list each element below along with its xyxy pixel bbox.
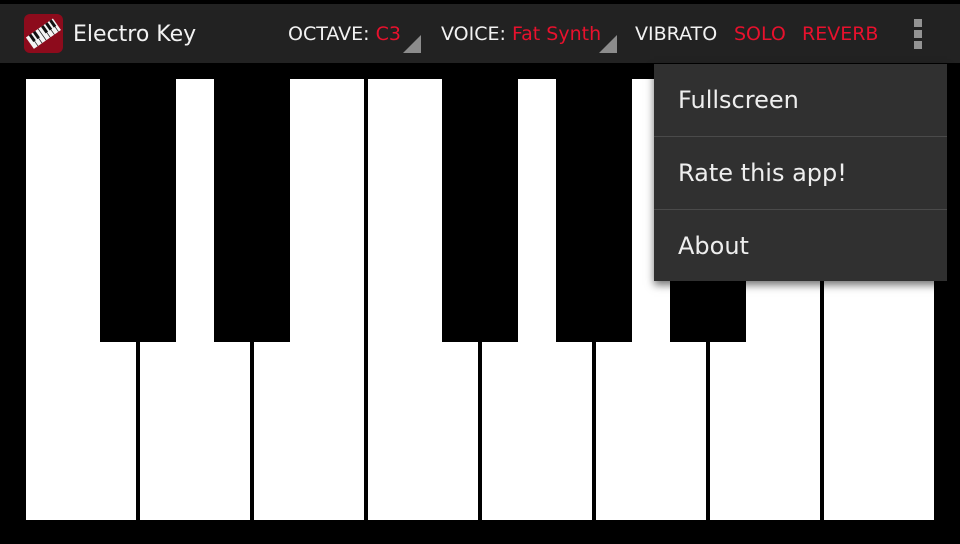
app-title: Electro Key <box>73 22 197 47</box>
menu-item-rate-app[interactable]: Rate this app! <box>654 137 947 209</box>
black-key[interactable] <box>100 79 176 342</box>
menu-item-about[interactable]: About <box>654 210 947 282</box>
octave-spinner[interactable]: OCTAVE: C3 <box>288 4 401 63</box>
voice-value: Fat Synth <box>511 23 602 45</box>
voice-spinner[interactable]: VOICE: Fat Synth <box>441 4 601 63</box>
reverb-toggle[interactable]: REVERB <box>802 4 878 63</box>
black-key[interactable] <box>556 79 632 342</box>
octave-value: C3 <box>375 23 401 45</box>
more-vert-icon[interactable] <box>908 14 928 56</box>
black-key[interactable] <box>214 79 290 342</box>
octave-spinner-arrow-icon <box>403 35 421 53</box>
voice-spinner-arrow-icon <box>599 35 617 53</box>
octave-label: OCTAVE: <box>288 23 370 45</box>
solo-toggle[interactable]: SOLO <box>734 4 786 63</box>
overflow-menu: Fullscreen Rate this app! About <box>654 64 947 281</box>
voice-label: VOICE: <box>441 23 506 45</box>
action-bar: Electro Key OCTAVE: C3 VOICE: Fat Synth … <box>0 4 960 63</box>
piano-keyboard-icon <box>24 14 63 53</box>
vibrato-toggle[interactable]: VIBRATO <box>635 4 717 63</box>
menu-item-fullscreen[interactable]: Fullscreen <box>654 64 947 136</box>
black-key[interactable] <box>442 79 518 342</box>
